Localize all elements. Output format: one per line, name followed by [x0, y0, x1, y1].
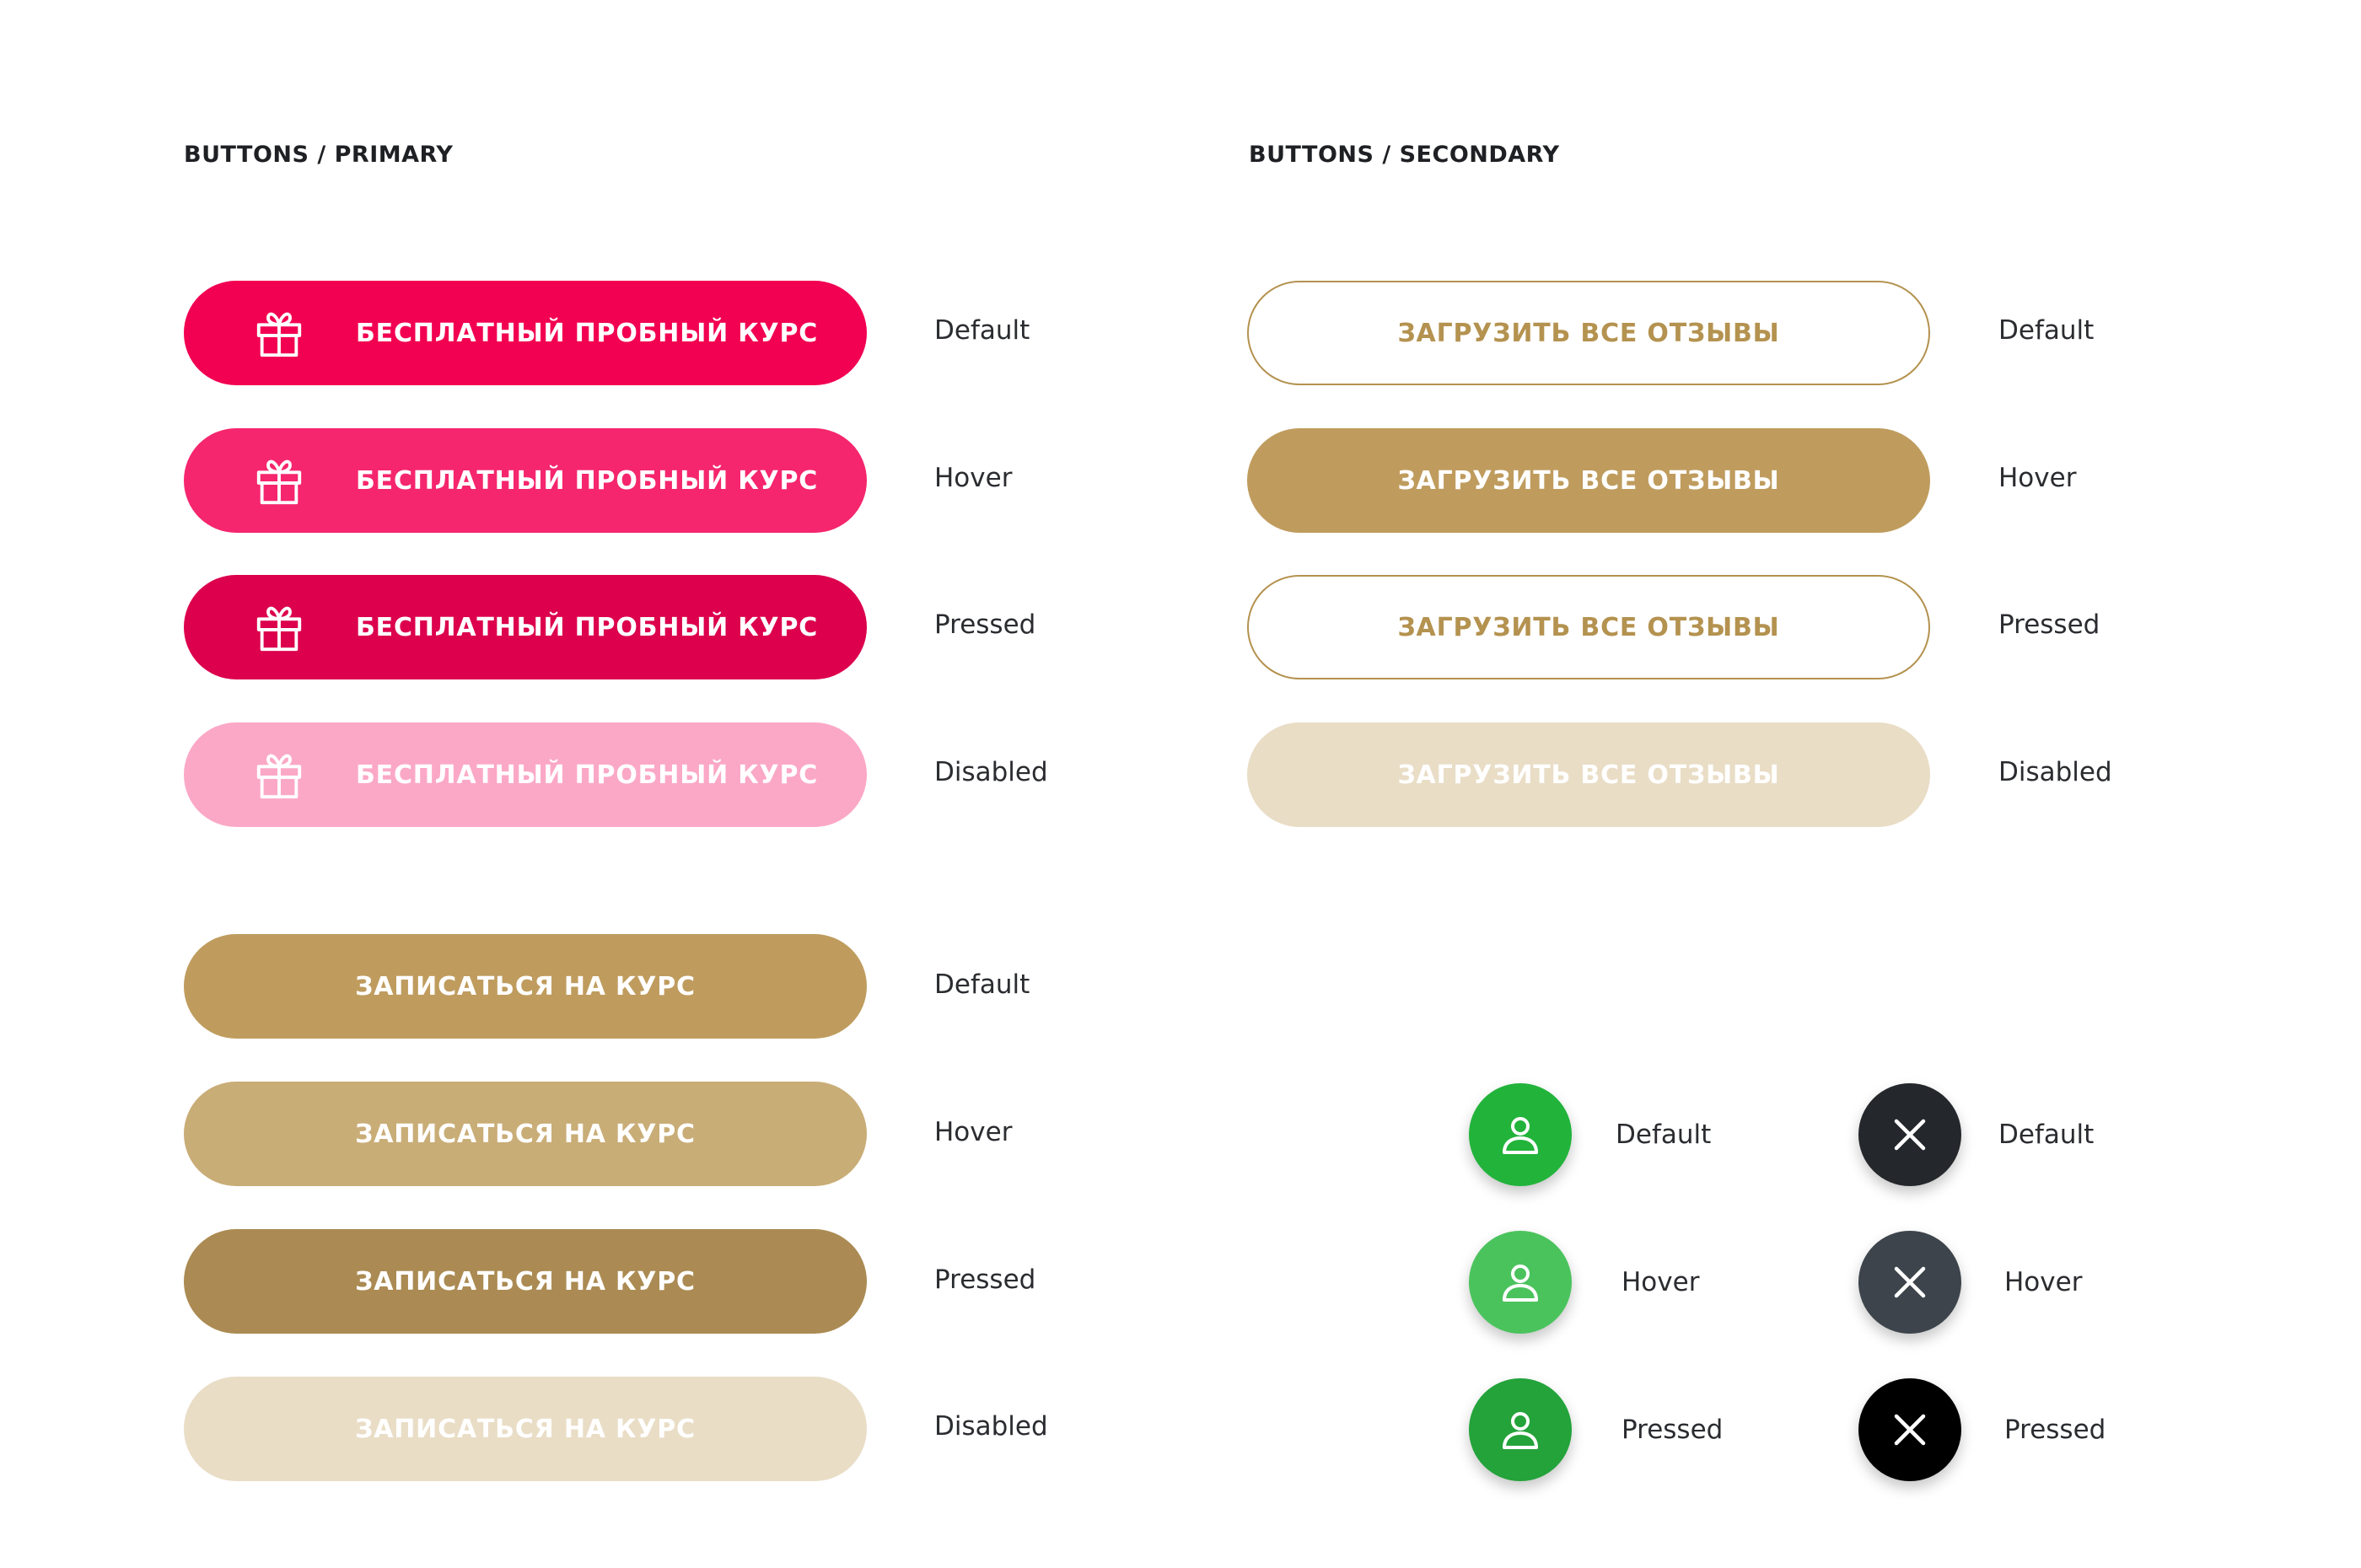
- close-button-hover[interactable]: [1858, 1231, 1961, 1334]
- free-trial-button-hover[interactable]: БЕСПЛАТНЫЙ ПРОБНЫЙ КУРС: [184, 428, 867, 533]
- state-label: Disabled: [1998, 757, 2112, 787]
- free-trial-button-label: БЕСПЛАТНЫЙ ПРОБНЫЙ КУРС: [356, 612, 819, 642]
- enroll-button-pressed[interactable]: ЗАПИСАТЬСЯ НА КУРС: [184, 1229, 867, 1334]
- state-label: Default: [1616, 1120, 1712, 1150]
- enroll-button-hover[interactable]: ЗАПИСАТЬСЯ НА КУРС: [184, 1082, 867, 1186]
- load-reviews-button-label: ЗАГРУЗИТЬ ВСЕ ОТЗЫВЫ: [1397, 318, 1780, 348]
- free-trial-button-label: БЕСПЛАТНЫЙ ПРОБНЫЙ КУРС: [356, 760, 819, 790]
- state-label: Default: [1998, 315, 2095, 346]
- button-states-page: BUTTONS / PRIMARY BUTTONS / SECONDARY БЕ…: [0, 0, 2361, 1568]
- load-reviews-button-disabled: ЗАГРУЗИТЬ ВСЕ ОТЗЫВЫ: [1247, 722, 1930, 827]
- close-button-default[interactable]: [1858, 1083, 1961, 1186]
- enroll-button-label: ЗАПИСАТЬСЯ НА КУРС: [355, 1266, 696, 1297]
- primary-section-title: BUTTONS / PRIMARY: [184, 142, 454, 168]
- state-label: Pressed: [2004, 1415, 2106, 1445]
- user-button-pressed[interactable]: [1469, 1378, 1572, 1481]
- state-label: Pressed: [1998, 609, 2100, 640]
- state-label: Default: [934, 969, 1030, 1000]
- gift-icon: [256, 312, 302, 357]
- close-icon: [1894, 1119, 1926, 1151]
- state-label: Default: [1998, 1120, 2095, 1150]
- enroll-button-default[interactable]: ЗАПИСАТЬСЯ НА КУРС: [184, 934, 867, 1039]
- load-reviews-button-hover[interactable]: ЗАГРУЗИТЬ ВСЕ ОТЗЫВЫ: [1247, 428, 1930, 533]
- user-button-default[interactable]: [1469, 1083, 1572, 1186]
- state-label: Hover: [2004, 1267, 2083, 1297]
- user-icon: [1503, 1412, 1538, 1449]
- enroll-button-label: ЗАПИСАТЬСЯ НА КУРС: [355, 1414, 696, 1444]
- free-trial-button-disabled: БЕСПЛАТНЫЙ ПРОБНЫЙ КУРС: [184, 722, 867, 827]
- state-label: Pressed: [934, 1265, 1036, 1295]
- gift-icon: [256, 606, 302, 652]
- free-trial-button-label: БЕСПЛАТНЫЙ ПРОБНЫЙ КУРС: [356, 318, 819, 348]
- gift-icon: [256, 754, 302, 799]
- enroll-button-disabled: ЗАПИСАТЬСЯ НА КУРС: [184, 1377, 867, 1481]
- load-reviews-button-label: ЗАГРУЗИТЬ ВСЕ ОТЗЫВЫ: [1397, 465, 1780, 496]
- gift-icon: [256, 459, 302, 505]
- state-label: Disabled: [934, 1411, 1048, 1442]
- state-label: Hover: [934, 463, 1013, 493]
- state-label: Default: [934, 315, 1030, 346]
- user-icon: [1503, 1265, 1538, 1302]
- state-label: Hover: [1622, 1267, 1700, 1297]
- state-label: Hover: [1998, 463, 2077, 493]
- free-trial-button-default[interactable]: БЕСПЛАТНЫЙ ПРОБНЫЙ КУРС: [184, 281, 867, 385]
- load-reviews-button-label: ЗАГРУЗИТЬ ВСЕ ОТЗЫВЫ: [1397, 760, 1780, 790]
- close-button-pressed[interactable]: [1858, 1378, 1961, 1481]
- load-reviews-button-default[interactable]: ЗАГРУЗИТЬ ВСЕ ОТЗЫВЫ: [1247, 281, 1930, 385]
- enroll-button-label: ЗАПИСАТЬСЯ НА КУРС: [355, 1119, 696, 1149]
- close-icon: [1894, 1266, 1926, 1298]
- user-icon: [1503, 1117, 1538, 1154]
- state-label: Hover: [934, 1117, 1013, 1147]
- free-trial-button-label: БЕСПЛАТНЫЙ ПРОБНЫЙ КУРС: [356, 465, 819, 496]
- state-label: Pressed: [1622, 1415, 1724, 1445]
- load-reviews-button-pressed[interactable]: ЗАГРУЗИТЬ ВСЕ ОТЗЫВЫ: [1247, 575, 1930, 679]
- load-reviews-button-label: ЗАГРУЗИТЬ ВСЕ ОТЗЫВЫ: [1397, 612, 1780, 642]
- free-trial-button-pressed[interactable]: БЕСПЛАТНЫЙ ПРОБНЫЙ КУРС: [184, 575, 867, 679]
- state-label: Pressed: [934, 609, 1036, 640]
- user-button-hover[interactable]: [1469, 1231, 1572, 1334]
- enroll-button-label: ЗАПИСАТЬСЯ НА КУРС: [355, 971, 696, 1001]
- close-icon: [1894, 1414, 1926, 1446]
- state-label: Disabled: [934, 757, 1048, 787]
- secondary-section-title: BUTTONS / SECONDARY: [1249, 142, 1560, 168]
